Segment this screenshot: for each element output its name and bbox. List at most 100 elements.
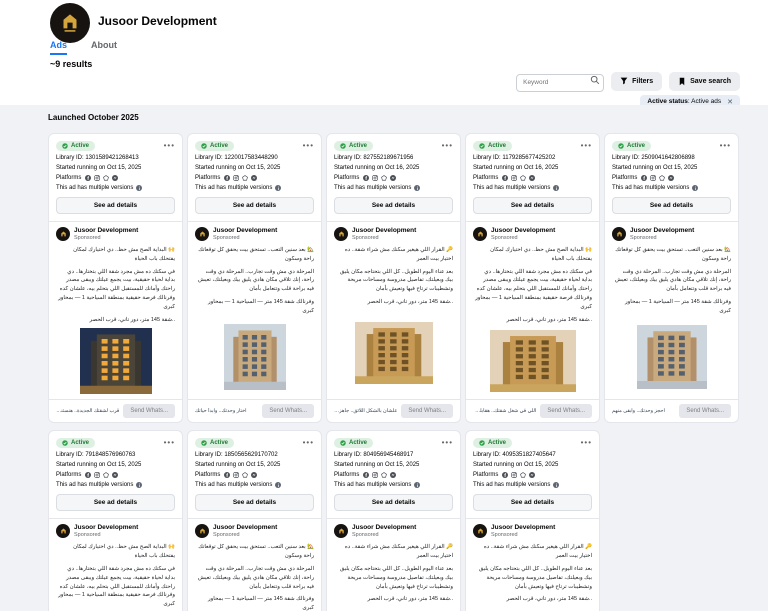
info-icon[interactable]: i bbox=[136, 185, 143, 191]
check-circle-icon bbox=[201, 440, 207, 447]
versions-label: This ad has multiple versions bbox=[612, 185, 690, 191]
ad-creative-image bbox=[354, 321, 433, 384]
versions-label: This ad has multiple versions bbox=[473, 185, 551, 191]
card-menu-button[interactable]: ••• bbox=[164, 142, 175, 150]
see-ad-details-button[interactable]: See ad details bbox=[334, 494, 453, 512]
ad-paragraph: في سكتك ده مش مجرد شقة اللي بتختارها.. د… bbox=[58, 565, 175, 608]
platforms-row: Platforms bbox=[334, 175, 453, 181]
ad-body-text: 🔑 القرار اللي هيغير سكنك مش شراء شقة.. د… bbox=[473, 543, 592, 604]
platform-icons bbox=[224, 175, 258, 181]
library-id: Library ID: 4095351827405647 bbox=[473, 452, 556, 459]
launch-group-label: Launched October 2025 bbox=[48, 113, 139, 122]
versions-label: This ad has multiple versions bbox=[195, 482, 273, 489]
instagram-icon bbox=[511, 175, 518, 181]
ad-offer-line: ..شقة 145 متر، دور تاني، قرب الحصر bbox=[367, 596, 453, 603]
tab-about[interactable]: About bbox=[91, 40, 117, 55]
info-icon[interactable]: i bbox=[553, 185, 560, 191]
arch-emblem-icon bbox=[338, 528, 344, 534]
card-top-bar: Active ••• bbox=[195, 141, 314, 151]
ads-row-2: Active ••• Library ID: 791848576960763 S… bbox=[48, 430, 744, 611]
messenger-icon bbox=[390, 175, 397, 181]
advertiser-header: Jusoor Development Sponsored bbox=[195, 227, 314, 241]
ad-headline: 🏡 بعد سنين التعب.. تستحق بيت يحقق كل توق… bbox=[615, 247, 731, 262]
library-id: Library ID: 1179285677425202 bbox=[473, 155, 556, 161]
page-header: Jusoor Development Ads About ~9 results … bbox=[0, 0, 768, 109]
ad-paragraph: بعد عناء اليوم الطويل.. كل اللي بتحتاجه … bbox=[339, 268, 453, 293]
info-icon[interactable]: i bbox=[275, 482, 282, 489]
library-id: Library ID: 804956945468917 bbox=[334, 452, 414, 459]
info-icon[interactable]: i bbox=[553, 482, 560, 489]
library-id: Library ID: 1220017583448290 bbox=[195, 155, 278, 161]
card-menu-button[interactable]: ••• bbox=[442, 439, 453, 447]
card-menu-button[interactable]: ••• bbox=[303, 142, 314, 150]
card-menu-button[interactable]: ••• bbox=[581, 142, 592, 150]
library-id: Library ID: 827552189671956 bbox=[334, 155, 414, 161]
send-whatsapp-button[interactable]: Send Whats... bbox=[262, 404, 314, 419]
chip-key: Active status bbox=[647, 98, 688, 105]
see-ad-details-button[interactable]: See ad details bbox=[612, 197, 731, 214]
info-icon[interactable]: i bbox=[414, 185, 421, 191]
ad-card: Active ••• Library ID: 1850565629170702 … bbox=[187, 430, 322, 611]
audience-network-icon bbox=[103, 175, 110, 181]
info-icon[interactable]: i bbox=[414, 482, 421, 489]
card-menu-button[interactable]: ••• bbox=[720, 142, 731, 150]
platform-icons bbox=[224, 472, 258, 479]
ad-preview: Jusoor Development Sponsored 🔑 القرار ال… bbox=[327, 221, 460, 394]
platform-icons bbox=[85, 175, 119, 181]
audience-network-icon bbox=[659, 175, 666, 181]
send-whatsapp-button[interactable]: Send Whats... bbox=[401, 404, 453, 419]
info-icon[interactable]: i bbox=[275, 185, 282, 191]
save-search-label: Save search bbox=[690, 77, 731, 85]
sponsored-label: Sponsored bbox=[491, 532, 518, 539]
see-ad-details-button[interactable]: See ad details bbox=[195, 197, 314, 214]
card-top-bar: Active ••• bbox=[473, 141, 592, 151]
audience-network-icon bbox=[242, 175, 249, 181]
started-date: Started running on Oct 16, 2025 bbox=[473, 165, 559, 171]
see-ad-details-button[interactable]: See ad details bbox=[195, 494, 314, 512]
check-circle-icon bbox=[479, 440, 485, 447]
filters-label: Filters bbox=[632, 77, 654, 85]
card-menu-button[interactable]: ••• bbox=[164, 439, 175, 447]
ad-creative-image bbox=[223, 323, 286, 390]
versions-row: This ad has multiple versions i bbox=[334, 185, 453, 191]
ad-headline: 🙌 البداية الصح مش حظ.. دي اختيارك لمكان … bbox=[73, 247, 175, 262]
filters-button[interactable]: Filters bbox=[611, 71, 663, 91]
card-menu-button[interactable]: ••• bbox=[442, 142, 453, 150]
arch-emblem-icon bbox=[63, 14, 77, 32]
platforms-label: Platforms bbox=[334, 472, 360, 479]
ad-preview: Jusoor Development Sponsored 🔑 القرار ال… bbox=[466, 518, 599, 611]
check-circle-icon bbox=[340, 440, 346, 447]
see-ad-details-button[interactable]: See ad details bbox=[56, 197, 175, 214]
ad-card: Active ••• Library ID: 1179285677425202 … bbox=[465, 133, 600, 424]
ad-card: Active ••• Library ID: 2509041642806898 … bbox=[604, 133, 739, 424]
advertiser-name: Jusoor Development bbox=[352, 227, 417, 234]
sponsored-label: Sponsored bbox=[491, 235, 518, 241]
see-ad-details-button[interactable]: See ad details bbox=[473, 197, 592, 214]
messenger-icon bbox=[112, 472, 119, 479]
active-status-badge: Active bbox=[195, 141, 235, 151]
messenger-icon bbox=[668, 175, 675, 181]
check-circle-icon bbox=[62, 143, 68, 149]
advertiser-header: Jusoor Development Sponsored bbox=[56, 227, 175, 241]
sponsored-label: Sponsored bbox=[630, 235, 657, 241]
card-menu-button[interactable]: ••• bbox=[581, 439, 592, 447]
see-ad-details-button[interactable]: See ad details bbox=[56, 494, 175, 512]
info-icon[interactable]: i bbox=[692, 185, 699, 191]
send-whatsapp-button[interactable]: Send Whats... bbox=[123, 404, 175, 419]
platforms-row: Platforms bbox=[473, 175, 592, 181]
see-ad-details-button[interactable]: See ad details bbox=[473, 494, 592, 512]
ad-card: Active ••• Library ID: 4095351827405647 … bbox=[465, 430, 600, 611]
see-ad-details-button[interactable]: See ad details bbox=[334, 197, 453, 214]
versions-label: This ad has multiple versions bbox=[195, 185, 273, 191]
send-whatsapp-button[interactable]: Send Whats... bbox=[679, 404, 731, 419]
ads-row-1: Active ••• Library ID: 1301589421268413 … bbox=[48, 133, 744, 424]
keyword-field-wrap bbox=[516, 71, 605, 92]
send-whatsapp-button[interactable]: Send Whats... bbox=[540, 404, 592, 419]
save-search-button[interactable]: Save search bbox=[669, 71, 740, 91]
tab-ads[interactable]: Ads bbox=[50, 40, 68, 55]
info-icon[interactable]: i bbox=[136, 482, 143, 489]
card-footer: علشان بالشكل اللائق.. جاهزين معاك Send W… bbox=[327, 399, 460, 422]
card-menu-button[interactable]: ••• bbox=[303, 439, 314, 447]
active-status-badge: Active bbox=[612, 141, 652, 151]
instagram-icon bbox=[233, 175, 240, 181]
